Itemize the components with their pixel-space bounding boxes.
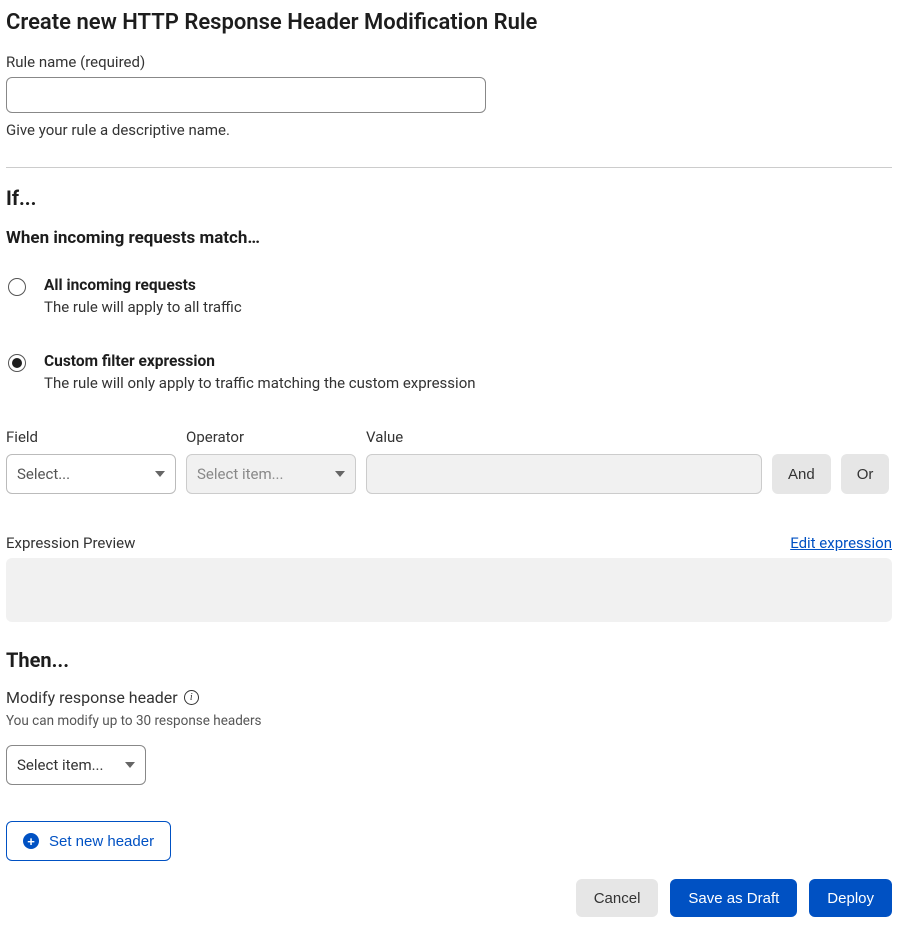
rule-name-input[interactable] [6,77,486,113]
save-draft-button[interactable]: Save as Draft [670,879,797,917]
set-new-header-label: Set new header [49,833,154,850]
radio-custom-expression[interactable] [8,354,26,372]
page-title: Create new HTTP Response Header Modifica… [6,10,892,35]
field-select-text: Select... [17,465,70,483]
and-button[interactable]: And [772,454,831,494]
modify-header-label: Modify response header [6,688,178,707]
then-title: Then... [6,648,892,672]
field-select[interactable]: Select... [6,454,176,494]
value-input[interactable] [366,454,762,494]
set-new-header-button[interactable]: + Set new header [6,821,171,861]
operator-label: Operator [186,428,356,446]
radio-all-title: All incoming requests [44,276,242,294]
value-label: Value [366,428,762,446]
radio-custom-title: Custom filter expression [44,352,476,370]
radio-all-desc: The rule will apply to all traffic [44,298,242,316]
info-icon[interactable]: i [184,690,199,705]
operator-select[interactable]: Select item... [186,454,356,494]
expression-preview-box [6,558,892,622]
if-subtitle: When incoming requests match… [6,228,892,248]
chevron-down-icon [125,762,135,768]
radio-selected-dot-icon [12,358,22,368]
rule-name-label: Rule name (required) [6,53,892,71]
field-label: Field [6,428,176,446]
section-divider [6,167,892,168]
header-action-select[interactable]: Select item... [6,745,146,785]
modify-header-help: You can modify up to 30 response headers [6,713,892,729]
plus-circle-icon: + [23,833,39,849]
rule-name-help: Give your rule a descriptive name. [6,121,892,139]
edit-expression-link[interactable]: Edit expression [790,534,892,552]
radio-custom-desc: The rule will only apply to traffic matc… [44,374,476,392]
chevron-down-icon [155,471,165,477]
deploy-button[interactable]: Deploy [809,879,892,917]
or-button[interactable]: Or [841,454,890,494]
chevron-down-icon [335,471,345,477]
expression-preview-label: Expression Preview [6,534,135,552]
cancel-button[interactable]: Cancel [576,879,659,917]
header-action-select-text: Select item... [17,756,103,774]
operator-select-text: Select item... [197,465,283,483]
if-title: If... [6,186,892,210]
radio-all-requests[interactable] [8,278,26,296]
